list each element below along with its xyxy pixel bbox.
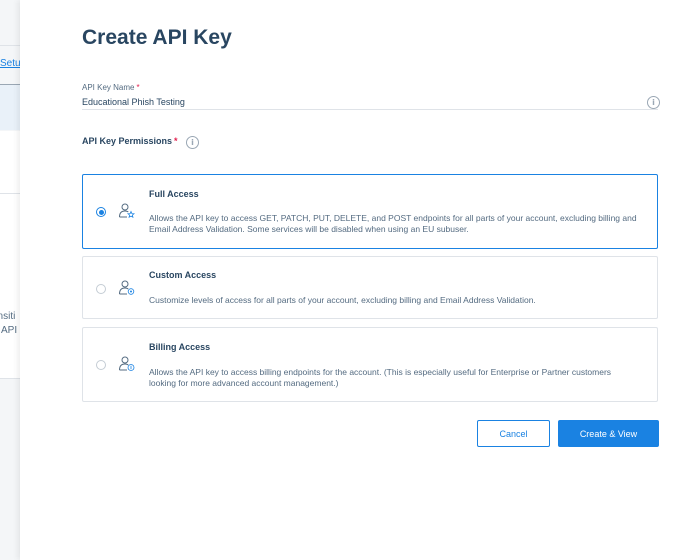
bg-divider (0, 84, 20, 85)
option-description: Customize levels of access for all parts… (149, 295, 536, 305)
cancel-button[interactable]: Cancel (477, 420, 550, 447)
bg-setup-link[interactable]: Setu (0, 58, 20, 69)
user-settings-icon (119, 280, 135, 295)
create-api-key-modal: Create API Key API Key Name* i API Key P… (20, 0, 700, 560)
api-key-name-label-text: API Key Name (82, 83, 135, 92)
radio-full-access[interactable] (96, 207, 106, 217)
bg-divider (0, 45, 20, 46)
bg-highlight-row (0, 84, 20, 130)
info-icon[interactable]: i (186, 136, 199, 149)
option-title: Full Access (149, 189, 199, 199)
option-description: Allows the API key to access GET, PATCH,… (149, 213, 637, 234)
bg-panel (0, 194, 20, 378)
api-key-permissions-label: API Key Permissions * (82, 136, 178, 146)
bg-divider (0, 378, 20, 379)
required-marker: * (136, 83, 140, 92)
modal-title: Create API Key (82, 26, 232, 49)
radio-custom-access[interactable] (96, 284, 106, 294)
option-title: Billing Access (149, 342, 211, 352)
option-title: Custom Access (149, 270, 217, 280)
background-page: Setu ensiti f API (0, 0, 20, 560)
required-marker: * (174, 136, 178, 146)
api-key-permissions-label-text: API Key Permissions (82, 136, 173, 146)
api-key-name-input[interactable] (82, 94, 658, 110)
info-icon[interactable]: i (647, 96, 660, 109)
user-billing-icon (119, 356, 135, 371)
radio-billing-access[interactable] (96, 360, 106, 370)
user-star-icon (119, 203, 136, 219)
option-description: Allows the API key to access billing end… (149, 367, 612, 388)
option-full-access[interactable]: Full Access Allows the API key to access… (82, 174, 658, 249)
bg-text-fragment: ensiti (0, 311, 16, 322)
create-and-view-button[interactable]: Create & View (558, 420, 659, 447)
api-key-name-label: API Key Name * (82, 83, 140, 92)
bg-panel (0, 131, 20, 193)
option-billing-access[interactable]: Billing Access Allows the API key to acc… (82, 327, 658, 402)
bg-text-fragment: f API (0, 325, 18, 336)
option-custom-access[interactable]: Custom Access Customize levels of access… (82, 256, 658, 319)
